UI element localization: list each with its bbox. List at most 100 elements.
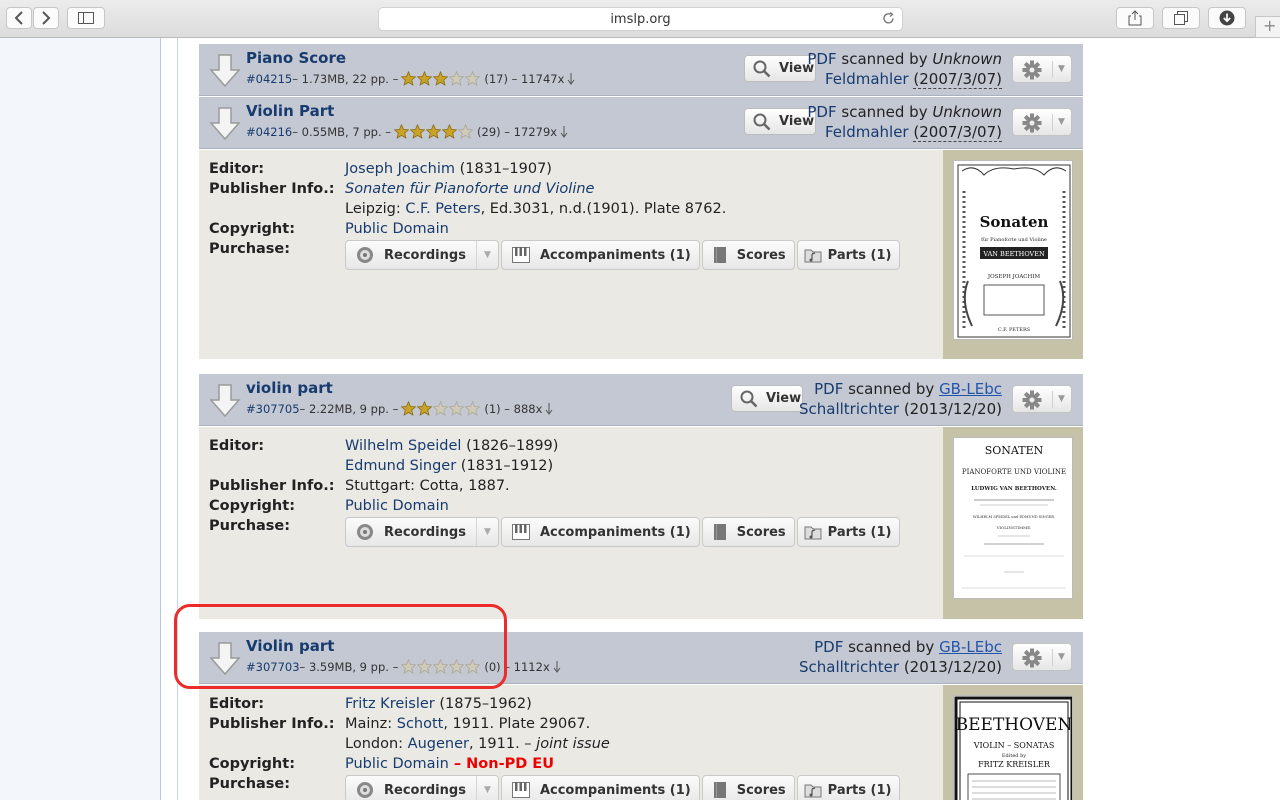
accompaniments-button[interactable]: Accompaniments (1) [500,240,700,270]
view-button[interactable]: View [744,55,816,82]
view-button[interactable]: View [731,385,803,412]
thumb-composer: LUDWIG VAN BEETHOVEN. [971,486,1057,492]
score-thumbnail[interactable]: BEETHOVEN VIOLIN – SONATAS Edited by FRI… [953,695,1073,800]
edition-details: Editor: Joseph Joachim (1831–1907) Publi… [199,150,1083,359]
file-title[interactable]: violin part [246,379,333,397]
scores-button[interactable]: Scores [701,775,795,800]
file-id[interactable]: #04216 [246,125,292,139]
star-filled-icon[interactable] [417,71,433,86]
download-count-arrow-icon [560,125,568,138]
reload-icon[interactable] [882,11,895,29]
scores-button[interactable]: Scores [701,240,795,270]
address-bar[interactable]: imslp.org [378,7,903,31]
parts-button[interactable]: Parts (1) [796,517,901,547]
star-filled-icon[interactable] [417,401,433,416]
accompaniments-button[interactable]: Accompaniments (1) [500,517,700,547]
publisher-title-link[interactable]: Sonaten für Pianoforte und Violine [345,181,594,197]
star-empty-icon[interactable] [449,401,465,416]
copyright-link[interactable]: Public Domain [345,498,449,514]
uploader-link[interactable]: Feldmahler [825,70,909,88]
pdf-link[interactable]: PDF [814,638,843,656]
score-thumbnail[interactable]: SONATEN PIANOFORTE UND VIOLINE LUDWIG VA… [953,437,1073,599]
recordings-button[interactable]: Recordings ▼ [345,775,499,800]
file-title[interactable]: Piano Score [246,49,346,67]
thumb-editor: FRITZ KREISLER [978,760,1051,769]
caret-down-icon: ▼ [1058,64,1065,74]
publisher-details: , 1911. – [468,736,537,752]
thumbnail-column: Sonaten für Pianoforte und Violine VAN B… [943,150,1083,359]
star-empty-icon[interactable] [465,71,481,86]
download-arrow-icon[interactable] [209,54,241,88]
scanner-link[interactable]: GB-LEbc [939,638,1002,656]
rating-stars[interactable] [401,71,481,86]
star-empty-icon[interactable] [449,71,465,86]
back-button[interactable] [6,7,32,29]
tabs-button[interactable] [1162,7,1200,29]
star-filled-icon[interactable] [410,124,426,139]
download-arrow-icon[interactable] [209,384,241,418]
caret-down-icon[interactable]: ▼ [475,776,498,800]
tabs-icon [1174,11,1188,25]
share-button[interactable] [1116,7,1154,29]
uploader-link[interactable]: Feldmahler [825,123,909,141]
editor-link[interactable]: Joseph Joachim [345,161,455,177]
view-button[interactable]: View [744,108,816,135]
editor-link[interactable]: Edmund Singer [345,458,456,474]
scan-info: PDF scanned by Unknown Feldmahler (2007/… [807,102,1002,142]
rating-stars[interactable] [401,401,481,416]
scanned-by-text: scanned by [836,103,933,121]
star-empty-icon[interactable] [458,124,474,139]
caret-down-icon[interactable]: ▼ [475,518,498,546]
star-filled-icon[interactable] [401,401,417,416]
publisher-label: Publisher Info.: [209,181,335,197]
pdf-link[interactable]: PDF [807,103,836,121]
publisher-details: , Ed.3031, n.d.(1901). Plate 8762. [480,201,727,217]
file-id[interactable]: #04215 [246,72,292,86]
publisher-link[interactable]: Augener [408,736,469,752]
copyright-link[interactable]: Public Domain [345,221,449,237]
publisher-link[interactable]: Schott [397,716,444,732]
copyright-link[interactable]: Public Domain [345,756,449,772]
star-empty-icon[interactable] [465,401,481,416]
sidebar-toggle-button[interactable] [67,7,105,29]
pdf-link[interactable]: PDF [814,380,843,398]
recordings-button[interactable]: Recordings ▼ [345,517,499,547]
copyright-value: Public Domain [345,221,449,237]
publisher-link[interactable]: C.F. Peters [405,201,480,217]
parts-button[interactable]: Parts (1) [796,240,901,270]
editor-years: (1831–1907) [454,161,552,177]
caret-down-icon: ▼ [1058,117,1065,127]
editor-link[interactable]: Fritz Kreisler [345,696,435,712]
file-id[interactable]: #307705 [246,402,300,416]
caret-down-icon[interactable]: ▼ [475,241,498,269]
scores-button[interactable]: Scores [701,517,795,547]
star-filled-icon[interactable] [394,124,410,139]
uploader-link[interactable]: Schalltrichter [799,658,899,676]
star-filled-icon[interactable] [442,124,458,139]
recordings-button[interactable]: Recordings ▼ [345,240,499,270]
parts-label: Parts (1) [827,524,892,540]
file-title[interactable]: Violin Part [246,102,334,120]
score-thumbnail[interactable]: Sonaten für Pianoforte und Violine VAN B… [953,160,1073,340]
star-filled-icon[interactable] [401,71,417,86]
file-actions-menu[interactable]: ▼ [1012,108,1072,136]
file-actions-menu[interactable]: ▼ [1012,55,1072,83]
new-tab-button[interactable]: + [1255,16,1280,38]
pdf-link[interactable]: PDF [807,50,836,68]
editor-link[interactable]: Wilhelm Speidel [345,438,461,454]
star-empty-icon[interactable] [433,401,449,416]
rating-stars[interactable] [394,124,474,139]
file-actions-menu[interactable]: ▼ [1012,385,1072,413]
forward-button[interactable] [33,7,59,29]
file-actions-menu[interactable]: ▼ [1012,643,1072,671]
star-filled-icon[interactable] [433,71,449,86]
publisher-title: Sonaten für Pianoforte und Violine [345,181,594,197]
uploader-link[interactable]: Schalltrichter [799,400,899,418]
non-pd-eu-link[interactable]: Non-PD EU [466,756,554,772]
star-filled-icon[interactable] [426,124,442,139]
downloads-button[interactable] [1208,7,1246,29]
download-arrow-icon[interactable] [209,107,241,141]
scanner-link[interactable]: GB-LEbc [939,380,1002,398]
accompaniments-button[interactable]: Accompaniments (1) [500,775,700,800]
parts-button[interactable]: Parts (1) [796,775,901,800]
